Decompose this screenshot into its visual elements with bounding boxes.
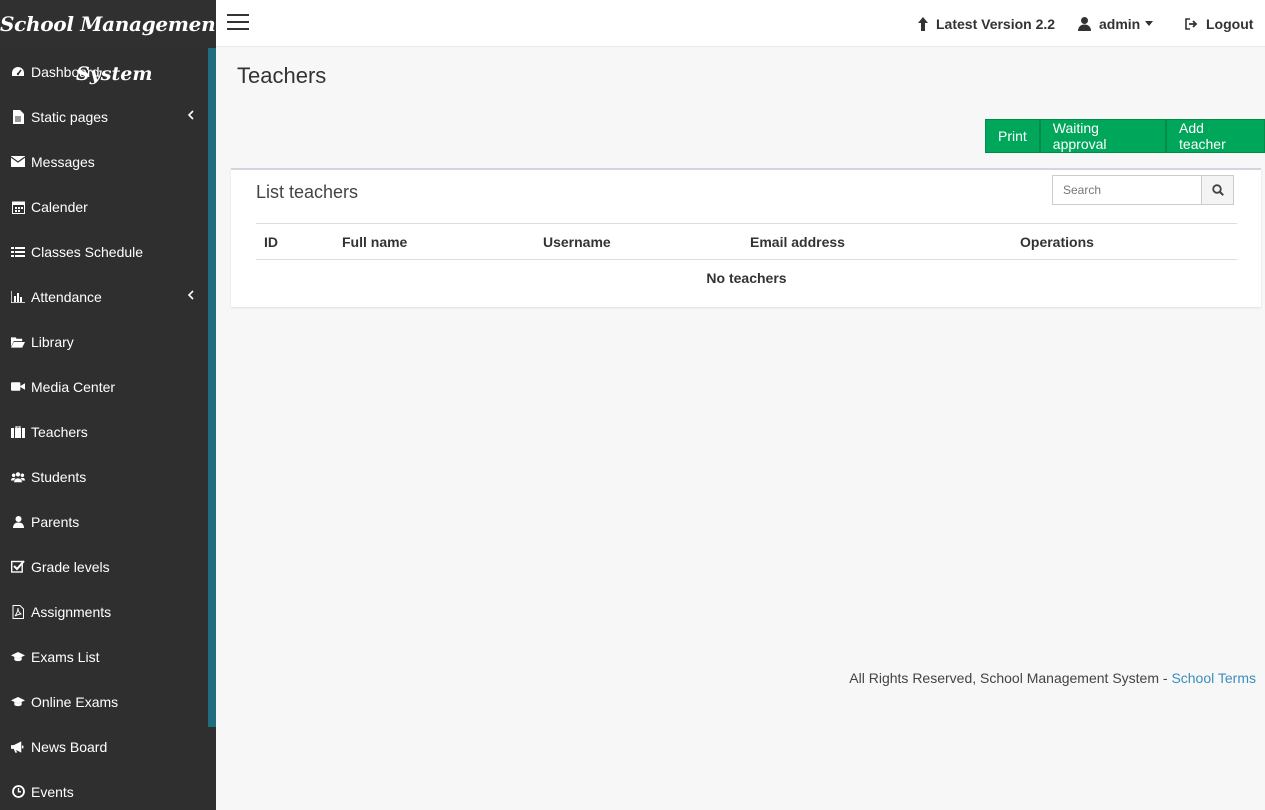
search-icon [1211, 184, 1224, 196]
topbar: Latest Version 2.2 admin Logout [216, 0, 1265, 47]
sidebar-item-library[interactable]: Library [0, 319, 208, 364]
footer: All Rights Reserved, School Management S… [849, 670, 1256, 687]
calendar-icon [11, 200, 25, 214]
sidebar-item-messages[interactable]: Messages [0, 139, 208, 184]
school-terms-link[interactable]: School Terms [1171, 670, 1256, 686]
waiting-approval-button[interactable]: Waiting approval [1039, 119, 1167, 153]
sidebar-item-label: Online Exams [31, 693, 119, 710]
sidebar-item-attendance[interactable]: Attendance [0, 274, 208, 319]
sidebar-item-events[interactable]: Events [0, 769, 208, 810]
sidebar-item-parents[interactable]: Parents [0, 499, 208, 544]
sidebar-item-label: Students [31, 468, 87, 485]
check-square-icon [11, 560, 25, 574]
latest-version-label: Latest Version 2.2 [936, 15, 1056, 32]
chevron-left-icon[interactable] [187, 289, 195, 301]
search-input[interactable] [1052, 175, 1202, 205]
video-camera-icon [11, 380, 25, 394]
chevron-left-icon[interactable] [187, 109, 195, 121]
column-header-id[interactable]: ID [264, 234, 278, 251]
sidebar-scrollbar[interactable] [208, 48, 216, 727]
user-icon [11, 515, 25, 529]
empty-state-text: No teachers [706, 270, 787, 286]
sidebar-item-label: Assignments [31, 603, 112, 620]
table-header: ID Full name Username Email address Oper… [256, 223, 1237, 260]
sidebar-item-teachers[interactable]: Teachers [0, 409, 208, 454]
sign-out-icon [1185, 17, 1198, 30]
clock-icon [11, 785, 25, 799]
sidebar-item-label: Classes Schedule [31, 243, 144, 260]
sidebar-item-static-pages[interactable]: Static pages [0, 94, 208, 139]
teachers-list-box: List teachers ID Full name Username Emai… [231, 168, 1261, 307]
sidebar-item-grade-levels[interactable]: Grade levels [0, 544, 208, 589]
sidebar-item-calender[interactable]: Calender [0, 184, 208, 229]
user-name: admin [1099, 15, 1141, 32]
logout-label: Logout [1206, 15, 1254, 32]
brand-title: School Management [0, 12, 225, 36]
user-menu[interactable]: admin [1078, 0, 1154, 47]
box-title: List teachers [256, 182, 359, 202]
sidebar: School Management Dashboard Static pages… [0, 0, 225, 810]
sidebar-item-label: Parents [31, 513, 80, 530]
file-pdf-icon [11, 604, 25, 619]
bullhorn-icon [11, 740, 25, 754]
sidebar-item-exams-list[interactable]: Exams List [0, 634, 208, 679]
menu-toggle-icon[interactable] [227, 14, 249, 32]
sidebar-item-label: Calender [31, 198, 88, 215]
arrow-up-icon [918, 16, 928, 31]
folder-open-icon [11, 335, 25, 349]
sidebar-item-label: Grade levels [31, 558, 110, 575]
add-teacher-button[interactable]: Add teacher [1166, 119, 1265, 153]
file-icon [11, 109, 25, 124]
sidebar-item-students[interactable]: Students [0, 454, 208, 499]
teachers-table: ID Full name Username Email address Oper… [256, 223, 1237, 297]
sidebar-item-media-center[interactable]: Media Center [0, 364, 208, 409]
action-buttons: Print Waiting approval Add teacher [985, 119, 1265, 153]
graduation-cap-icon [11, 650, 25, 664]
sidebar-item-label: Media Center [31, 378, 116, 395]
briefcase-icon [11, 425, 25, 439]
sidebar-item-label: Exams List [31, 648, 100, 665]
users-icon [11, 470, 25, 484]
latest-version-link[interactable]: Latest Version 2.2 [918, 0, 1055, 47]
sidebar-item-news-board[interactable]: News Board [0, 724, 208, 769]
sidebar-item-label: Attendance [31, 288, 102, 305]
print-button[interactable]: Print [985, 119, 1040, 153]
sidebar-item-label: Messages [31, 153, 95, 170]
sidebar-item-classes-schedule[interactable]: Classes Schedule [0, 229, 208, 274]
footer-text: All Rights Reserved, School Management S… [849, 670, 1172, 686]
sidebar-item-label: Teachers [31, 423, 88, 440]
dashboard-icon [11, 65, 25, 79]
brand-subtitle: System [76, 63, 153, 85]
caret-down-icon [1145, 21, 1154, 26]
column-header-email[interactable]: Email address [750, 234, 845, 251]
sidebar-nav: Dashboard Static pages Messages Calender [0, 49, 208, 810]
search-group [1052, 175, 1234, 205]
brand-logo[interactable]: School Management [0, 0, 225, 48]
user-icon [1078, 16, 1091, 31]
sidebar-item-label: Static pages [31, 108, 109, 125]
logout-link[interactable]: Logout [1185, 0, 1253, 47]
sidebar-item-label: News Board [31, 738, 108, 755]
page-title: Teachers [237, 63, 327, 88]
sidebar-item-label: Library [31, 333, 74, 350]
search-button[interactable] [1202, 175, 1234, 205]
column-header-operations: Operations [1020, 234, 1094, 250]
sidebar-item-label: Events [31, 783, 74, 800]
bar-chart-icon [11, 290, 25, 304]
envelope-icon [11, 155, 25, 169]
sidebar-item-assignments[interactable]: Assignments [0, 589, 208, 634]
column-header-full-name[interactable]: Full name [342, 234, 407, 251]
list-icon [11, 245, 25, 259]
column-header-username[interactable]: Username [543, 234, 611, 251]
sidebar-item-online-exams[interactable]: Online Exams [0, 679, 208, 724]
graduation-cap-icon [11, 695, 25, 709]
